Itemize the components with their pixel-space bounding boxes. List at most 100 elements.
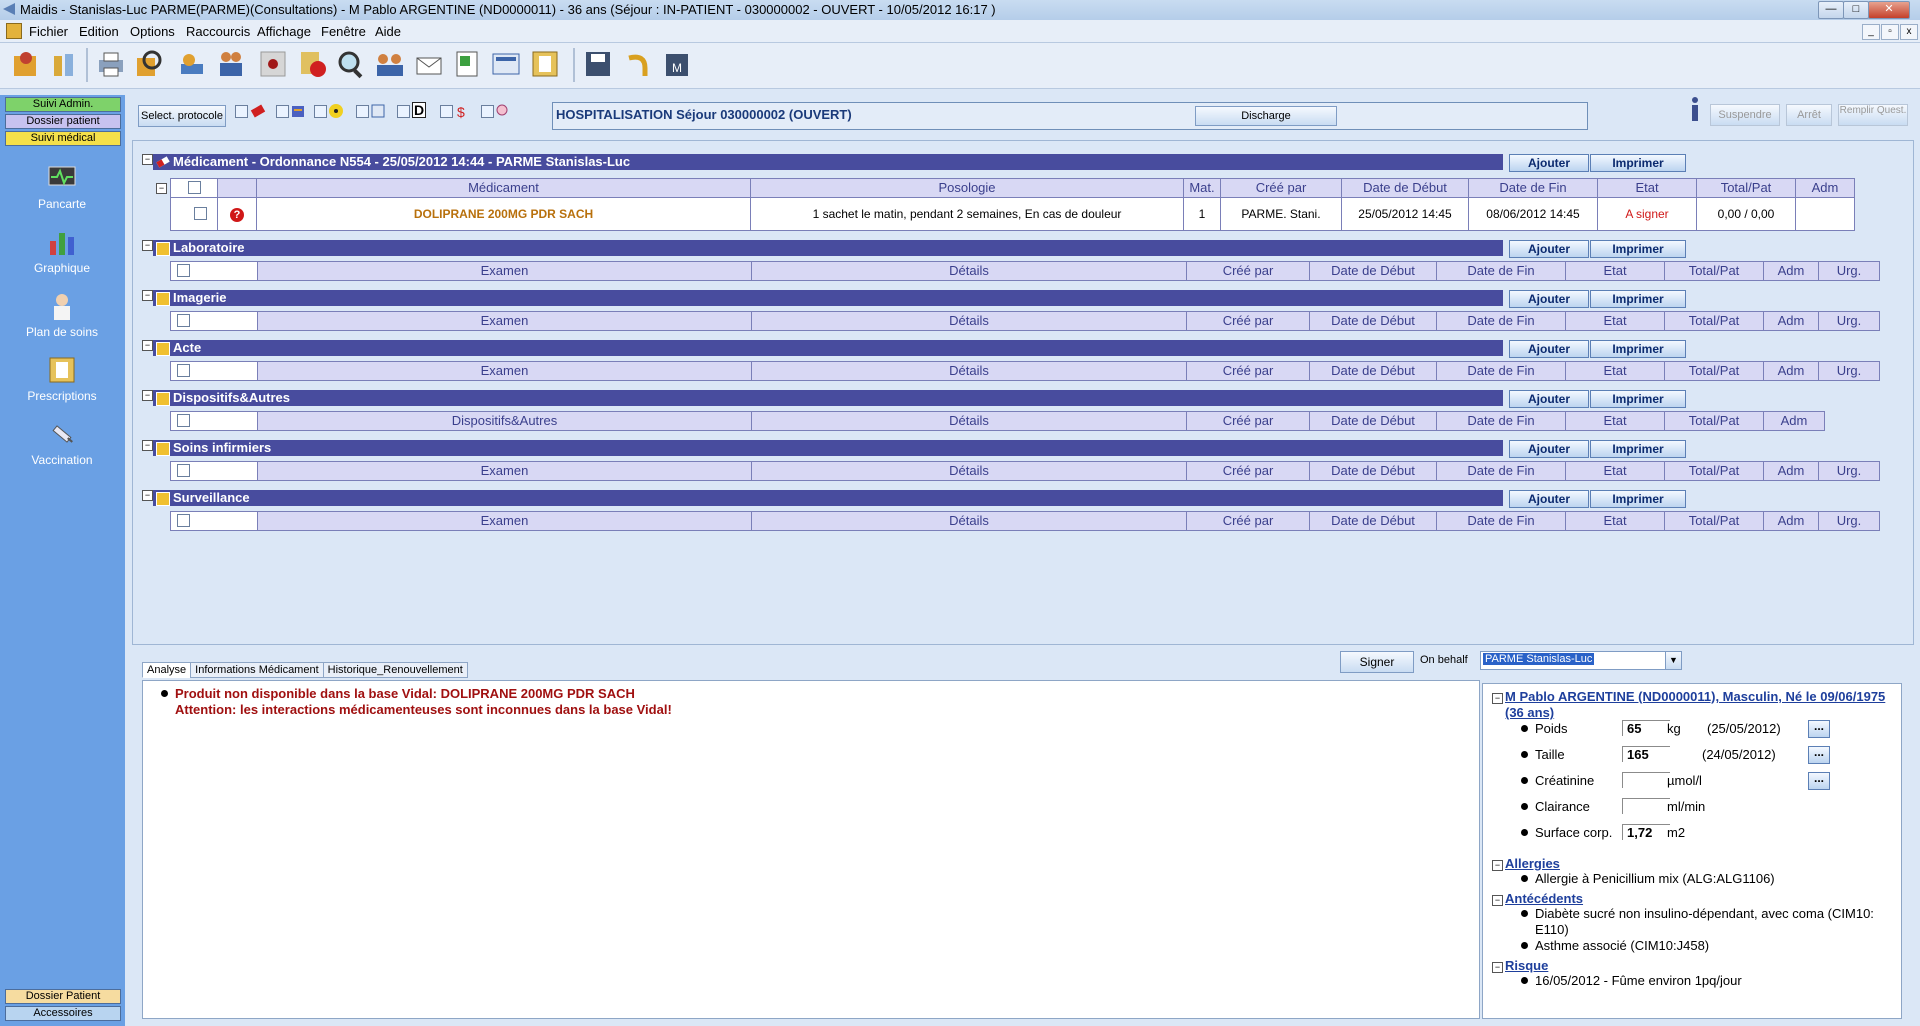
prescription-icon[interactable] bbox=[529, 48, 561, 80]
print-acte-button[interactable]: Imprimer bbox=[1590, 340, 1686, 358]
antecedents-title[interactable]: Antécédents bbox=[1505, 891, 1583, 906]
discharge-button[interactable]: Discharge bbox=[1195, 106, 1337, 126]
column-header-urg[interactable]: Urg. bbox=[1818, 361, 1880, 381]
document-icon[interactable] bbox=[6, 23, 22, 39]
printer-icon[interactable] bbox=[95, 48, 127, 80]
minimize-button[interactable]: — bbox=[1818, 1, 1844, 19]
collapse-medication-toggle[interactable]: − bbox=[142, 154, 153, 165]
column-header-date-de-fin[interactable]: Date de Fin bbox=[1436, 361, 1566, 381]
add-dispositifs-autres-button[interactable]: Ajouter bbox=[1509, 390, 1589, 408]
select-all-checkbox[interactable] bbox=[177, 264, 190, 277]
filter-medication-checkbox[interactable] bbox=[235, 105, 248, 118]
column-header-adm[interactable]: Adm bbox=[1763, 511, 1819, 531]
info-icon[interactable] bbox=[1688, 96, 1702, 122]
filter-act-checkbox[interactable] bbox=[356, 105, 369, 118]
collapse-allergies-toggle[interactable]: − bbox=[1492, 860, 1503, 871]
select-all-checkbox[interactable] bbox=[177, 314, 190, 327]
add-surveillance-button[interactable]: Ajouter bbox=[1509, 490, 1589, 508]
sidebar-tab-dossier-patient-bottom[interactable]: Dossier Patient bbox=[5, 989, 121, 1004]
risk-title[interactable]: Risque bbox=[1505, 958, 1548, 973]
column-header-total-pat[interactable]: Total/Pat bbox=[1664, 461, 1764, 481]
add-soins-infirmiers-button[interactable]: Ajouter bbox=[1509, 440, 1589, 458]
column-header-etat[interactable]: Etat bbox=[1565, 461, 1665, 481]
column-header-mat[interactable]: Mat. bbox=[1183, 178, 1221, 198]
collapse-antecedents-toggle[interactable]: − bbox=[1492, 895, 1503, 906]
collapse-imagerie-toggle[interactable]: − bbox=[142, 290, 153, 301]
column-header-cree-par[interactable]: Créé par bbox=[1186, 411, 1310, 431]
allergies-title[interactable]: Allergies bbox=[1505, 856, 1560, 871]
column-header-adm[interactable]: Adm bbox=[1763, 461, 1819, 481]
column-header-date-de-debut[interactable]: Date de Début bbox=[1309, 361, 1437, 381]
tab-historique-renouvellement[interactable]: Historique_Renouvellement bbox=[322, 662, 468, 678]
column-header-date-de-debut[interactable]: Date de Début bbox=[1309, 411, 1437, 431]
column-header-date-de-debut[interactable]: Date de Début bbox=[1309, 511, 1437, 531]
sidebar-tab-suivi-admin[interactable]: Suivi Admin. bbox=[5, 97, 121, 112]
select-protocol-button[interactable]: Select. protocole bbox=[138, 105, 226, 127]
column-header-total-pat[interactable]: Total/Pat bbox=[1664, 361, 1764, 381]
menu-fenetre[interactable]: Fenêtre bbox=[321, 24, 366, 39]
column-header-adm[interactable]: Adm bbox=[1763, 411, 1825, 431]
key-icon[interactable] bbox=[177, 48, 209, 80]
column-header-date-de-debut[interactable]: Date de Début bbox=[1309, 311, 1437, 331]
column-header-date-de-debut[interactable]: Date de Début bbox=[1309, 461, 1437, 481]
collapse-soins-infirmiers-toggle[interactable]: − bbox=[142, 440, 153, 451]
mdi-minimize-button[interactable]: _ bbox=[1862, 24, 1880, 40]
tab-informations-medicament[interactable]: Informations Médicament bbox=[190, 662, 324, 678]
sidebar-tab-suivi-medical[interactable]: Suivi médical bbox=[5, 131, 121, 146]
row-select-checkbox[interactable] bbox=[193, 207, 207, 220]
mdi-restore-button[interactable]: ▫ bbox=[1881, 24, 1899, 40]
column-header-etat[interactable]: Etat bbox=[1565, 411, 1665, 431]
column-header-date-de-fin[interactable]: Date de Fin bbox=[1436, 511, 1566, 531]
filter-imaging-checkbox[interactable] bbox=[314, 105, 327, 118]
sidebar-tab-accessoires[interactable]: Accessoires bbox=[5, 1006, 121, 1021]
sidebar-tab-dossier-patient[interactable]: Dossier patient bbox=[5, 114, 121, 129]
column-header-date-de-fin[interactable]: Date de Fin bbox=[1436, 411, 1566, 431]
print-imagerie-button[interactable]: Imprimer bbox=[1590, 290, 1686, 308]
form-icon[interactable] bbox=[490, 48, 522, 80]
add-laboratoire-button[interactable]: Ajouter bbox=[1509, 240, 1589, 258]
column-header-examen[interactable]: Examen bbox=[257, 311, 752, 331]
print-soins-infirmiers-button[interactable]: Imprimer bbox=[1590, 440, 1686, 458]
column-header-details[interactable]: Détails bbox=[751, 411, 1187, 431]
select-all-checkbox[interactable] bbox=[177, 514, 190, 527]
magnifier-icon[interactable] bbox=[335, 48, 367, 80]
cancel-prescription-icon[interactable] bbox=[297, 48, 329, 80]
save-icon[interactable] bbox=[582, 48, 614, 80]
column-header-details[interactable]: Détails bbox=[751, 261, 1187, 281]
column-header-etat[interactable]: Etat bbox=[1565, 261, 1665, 281]
sidebar-item-vaccination[interactable]: Vaccination bbox=[10, 419, 114, 467]
column-header-urg[interactable]: Urg. bbox=[1818, 261, 1880, 281]
column-header-cree-par[interactable]: Créé par bbox=[1186, 261, 1310, 281]
column-header-examen[interactable]: Examen bbox=[257, 511, 752, 531]
print-surveillance-button[interactable]: Imprimer bbox=[1590, 490, 1686, 508]
column-header-urg[interactable]: Urg. bbox=[1818, 511, 1880, 531]
filter-surveillance-checkbox[interactable] bbox=[481, 105, 494, 118]
print-medication-button[interactable]: Imprimer bbox=[1590, 154, 1686, 172]
menu-raccourcis[interactable]: Raccourcis bbox=[186, 24, 250, 39]
collapse-dispositifs-autres-toggle[interactable]: − bbox=[142, 390, 153, 401]
tab-analyse[interactable]: Analyse bbox=[142, 662, 192, 678]
mail-icon[interactable] bbox=[413, 48, 445, 80]
column-header-total-pat[interactable]: Total/Pat bbox=[1664, 261, 1764, 281]
collapse-surveillance-toggle[interactable]: − bbox=[142, 490, 153, 501]
column-header-total-pat[interactable]: Total/Pat bbox=[1696, 178, 1796, 198]
patient-header[interactable]: M Pablo ARGENTINE (ND0000011), Masculin,… bbox=[1505, 689, 1895, 721]
column-header-total-pat[interactable]: Total/Pat bbox=[1664, 511, 1764, 531]
filter-devices-checkbox[interactable] bbox=[397, 105, 410, 118]
undo-icon[interactable] bbox=[621, 48, 653, 80]
column-header-adm[interactable]: Adm bbox=[1795, 178, 1855, 198]
warning-icon[interactable]: ? bbox=[230, 208, 244, 222]
column-header-date-fin[interactable]: Date de Fin bbox=[1468, 178, 1598, 198]
select-all-checkbox[interactable] bbox=[177, 464, 190, 477]
column-header-date-de-fin[interactable]: Date de Fin bbox=[1436, 261, 1566, 281]
column-header-urg[interactable]: Urg. bbox=[1818, 311, 1880, 331]
column-header-date-de-fin[interactable]: Date de Fin bbox=[1436, 311, 1566, 331]
select-all-checkbox[interactable] bbox=[177, 364, 190, 377]
filter-nursing-checkbox[interactable] bbox=[440, 105, 453, 118]
column-header-total-pat[interactable]: Total/Pat bbox=[1664, 311, 1764, 331]
menu-options[interactable]: Options bbox=[130, 24, 175, 39]
mdi-close-button[interactable]: x bbox=[1900, 24, 1918, 40]
menu-aide[interactable]: Aide bbox=[375, 24, 401, 39]
column-header-examen[interactable]: Examen bbox=[257, 261, 752, 281]
sidebar-item-prescriptions[interactable]: Prescriptions bbox=[10, 355, 114, 403]
